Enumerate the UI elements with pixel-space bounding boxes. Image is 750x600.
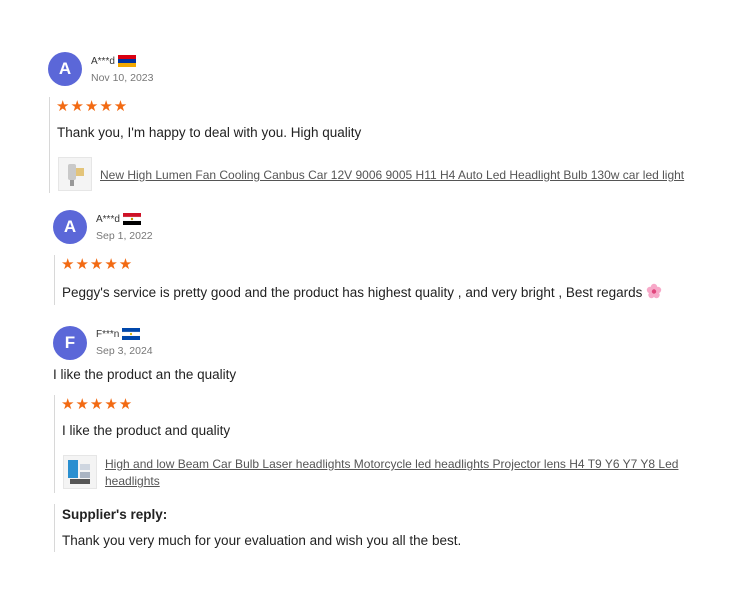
el-salvador-flag-icon [122, 328, 141, 340]
reviewer-name: A***d [91, 55, 136, 67]
star-rating: ★★★★★ [56, 98, 129, 115]
review-divider [54, 395, 55, 493]
headlight-bulb-icon [68, 164, 84, 186]
review-text: Thank you, I'm happy to deal with you. H… [57, 125, 362, 140]
product-link-line-2[interactable]: headlights [105, 473, 160, 490]
reply-divider [54, 504, 55, 552]
star-rating: ★★★★★ [61, 256, 134, 273]
headlight-product-icon [68, 460, 90, 484]
review-date: Sep 1, 2022 [96, 230, 153, 242]
star-rating: ★★★★★ [61, 396, 134, 413]
egypt-flag-icon [122, 213, 141, 225]
flower-emoji-icon [646, 283, 662, 299]
supplier-reply-text: Thank you very much for your evaluation … [62, 533, 462, 548]
review-divider [49, 97, 50, 193]
avatar: F [53, 326, 87, 360]
product-thumbnail[interactable] [58, 157, 92, 191]
armenia-flag-icon [117, 55, 136, 67]
review-comment: I like the product an the quality [53, 367, 237, 382]
reviewer-name-text: F***n [96, 328, 120, 340]
reviewer-name-text: A***d [96, 213, 120, 225]
review-date: Sep 3, 2024 [96, 345, 153, 357]
review-divider [54, 255, 55, 305]
product-thumbnail[interactable] [63, 455, 97, 489]
review-text-content: Peggy's service is pretty good and the p… [62, 285, 643, 300]
avatar: A [53, 210, 87, 244]
review-text: Peggy's service is pretty good and the p… [62, 283, 662, 300]
reviewer-name-text: A***d [91, 55, 115, 67]
supplier-reply-title: Supplier's reply: [62, 507, 168, 522]
product-link[interactable]: New High Lumen Fan Cooling Canbus Car 12… [100, 167, 684, 184]
reviewer-name: A***d [96, 213, 141, 225]
reviewer-name: F***n [96, 328, 141, 340]
review-text: I like the product and quality [62, 423, 231, 438]
review-date: Nov 10, 2023 [91, 72, 154, 84]
avatar: A [48, 52, 82, 86]
product-link-line-1[interactable]: High and low Beam Car Bulb Laser headlig… [105, 456, 678, 473]
